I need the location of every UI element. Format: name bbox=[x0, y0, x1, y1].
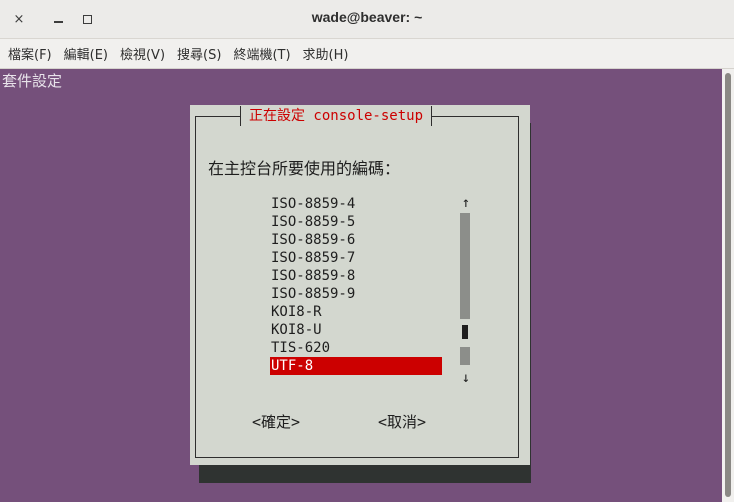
list-item-selected[interactable]: UTF-8 bbox=[270, 357, 442, 375]
backtitle: 套件設定 bbox=[2, 72, 63, 90]
list-item[interactable]: ISO-8859-4 bbox=[270, 195, 442, 213]
menu-view[interactable]: 檢視(V) bbox=[114, 44, 171, 63]
list-item[interactable]: ISO-8859-7 bbox=[270, 249, 442, 267]
list-item[interactable]: ISO-8859-5 bbox=[270, 213, 442, 231]
config-dialog: 正在設定 console-setup 在主控台所要使用的編碼： ISO-8859… bbox=[190, 105, 530, 465]
scroll-thumb[interactable] bbox=[462, 325, 468, 339]
dialog-prompt: 在主控台所要使用的編碼： bbox=[208, 159, 401, 178]
menu-terminal[interactable]: 終端機(T) bbox=[227, 44, 296, 63]
ok-button[interactable]: <確定> bbox=[252, 411, 300, 432]
list-scrollbar[interactable]: ↑ ↓ bbox=[460, 195, 472, 393]
terminal-area[interactable]: 套件設定 正在設定 console-setup 在主控台所要使用的編碼： ISO… bbox=[0, 69, 722, 502]
list-item[interactable]: KOI8-R bbox=[270, 303, 442, 321]
menu-bar: 檔案(F) 編輯(E) 檢視(V) 搜尋(S) 終端機(T) 求助(H) bbox=[0, 39, 734, 69]
scroll-down-arrow-icon[interactable]: ↓ bbox=[460, 370, 472, 386]
encoding-list[interactable]: ISO-8859-4 ISO-8859-5 ISO-8859-6 ISO-885… bbox=[270, 195, 442, 375]
scroll-up-arrow-icon[interactable]: ↑ bbox=[460, 195, 472, 211]
title-bar: × wade@beaver: ~ bbox=[0, 0, 734, 39]
list-item[interactable]: ISO-8859-9 bbox=[270, 285, 442, 303]
menu-help[interactable]: 求助(H) bbox=[297, 44, 355, 63]
window-title: wade@beaver: ~ bbox=[311, 9, 423, 25]
list-item[interactable]: ISO-8859-8 bbox=[270, 267, 442, 285]
dialog-title: 正在設定 console-setup bbox=[240, 106, 433, 126]
terminal-scrollbar[interactable] bbox=[722, 69, 734, 502]
menu-search[interactable]: 搜尋(S) bbox=[171, 44, 227, 63]
scroll-track[interactable] bbox=[460, 213, 470, 365]
cancel-button[interactable]: <取消> bbox=[378, 411, 426, 432]
menu-edit[interactable]: 編輯(E) bbox=[58, 44, 114, 63]
list-item[interactable]: KOI8-U bbox=[270, 321, 442, 339]
terminal-scroll-thumb[interactable] bbox=[725, 73, 731, 497]
menu-file[interactable]: 檔案(F) bbox=[0, 44, 58, 63]
list-item[interactable]: TIS-620 bbox=[270, 339, 442, 357]
list-item[interactable]: ISO-8859-6 bbox=[270, 231, 442, 249]
